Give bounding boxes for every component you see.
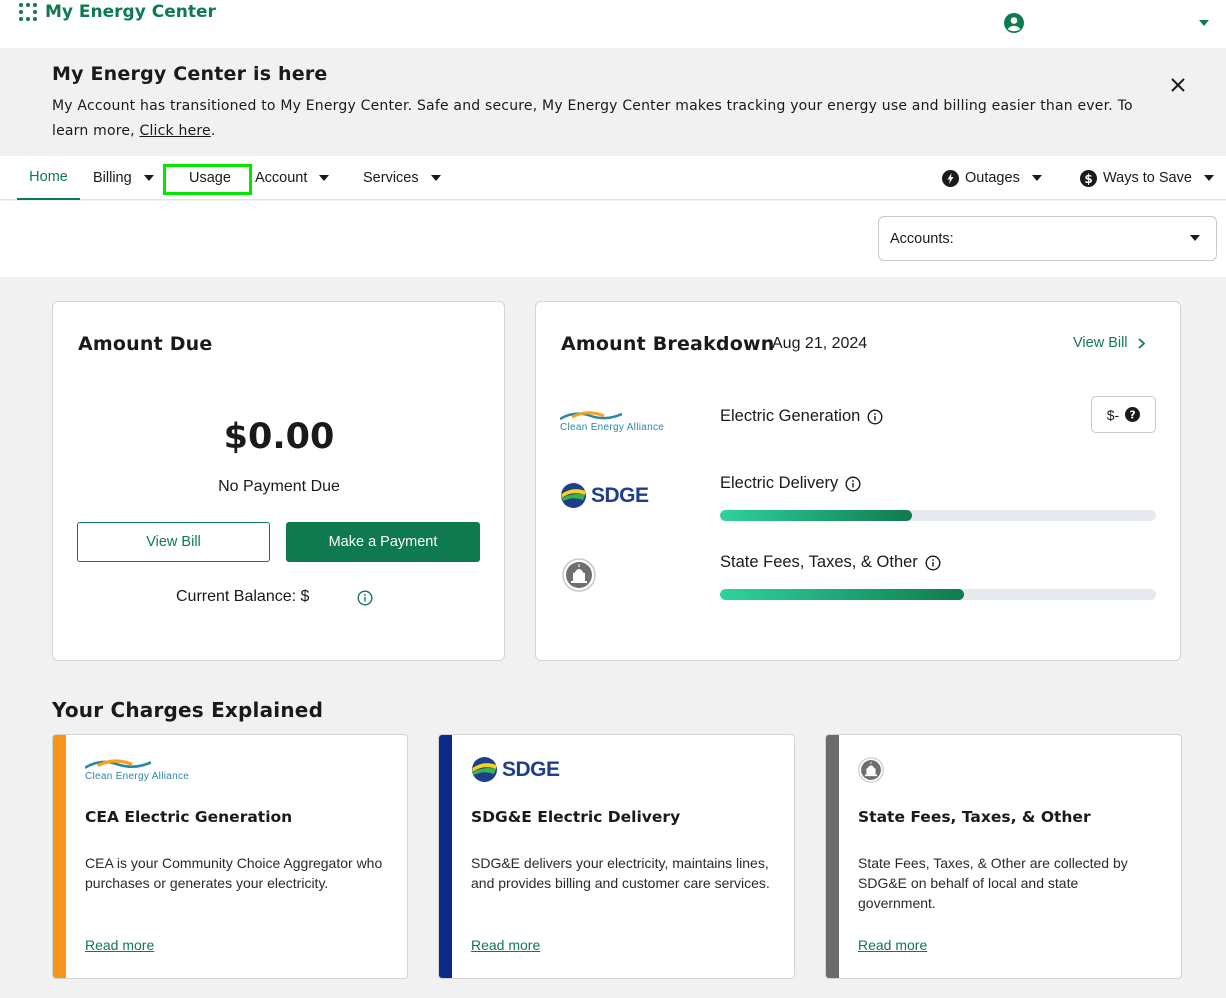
state-fees-bar-fill [720, 589, 965, 600]
card-stripe [826, 735, 839, 978]
capitol-seal-icon [562, 558, 596, 592]
chevron-down-icon [1190, 235, 1200, 241]
read-more-link[interactable]: Read more [471, 937, 540, 953]
amount-due-card: Amount Due $0.00 No Payment Due View Bil… [52, 301, 505, 661]
state-fees-bar [720, 589, 1156, 600]
payment-status: No Payment Due [218, 478, 340, 495]
chevron-down-icon [1031, 175, 1042, 181]
chevron-right-icon [1137, 337, 1145, 349]
charges-section-title: Your Charges Explained [52, 698, 324, 722]
view-bill-button[interactable]: View Bill [77, 522, 270, 562]
cea-wave-icon [85, 759, 151, 769]
chevron-down-icon[interactable] [1198, 19, 1210, 27]
brand-logo[interactable]: My Energy Center [18, 2, 216, 22]
electric-delivery-bar [720, 510, 1156, 521]
tab-account[interactable]: Account [255, 156, 330, 200]
sdge-logo: SDGE [560, 482, 649, 509]
announcement-banner: My Energy Center is here My Account has … [0, 48, 1226, 156]
charge-card-state-fees: State Fees, Taxes, & Other State Fees, T… [825, 734, 1182, 979]
chevron-down-icon [430, 175, 441, 181]
card-stripe [439, 735, 452, 978]
amount-due-title: Amount Due [78, 333, 213, 355]
close-icon[interactable] [1170, 77, 1186, 93]
accounts-dropdown[interactable]: Accounts: [878, 216, 1217, 261]
tab-billing[interactable]: Billing [93, 156, 154, 200]
electric-generation-label: Electric Generation [720, 407, 883, 426]
read-more-link[interactable]: Read more [858, 937, 927, 953]
cea-logo: Clean Energy Alliance [85, 758, 189, 782]
generation-amount-pill[interactable]: $- ? [1091, 396, 1156, 433]
make-payment-button[interactable]: Make a Payment [286, 522, 480, 562]
dollar-icon: $ [1080, 169, 1097, 187]
usage-highlight-box [163, 164, 252, 195]
charge-card-title: State Fees, Taxes, & Other [858, 808, 1091, 826]
chevron-down-icon [319, 175, 330, 181]
sdge-logo: SDGE [471, 756, 560, 783]
card-stripe [53, 735, 66, 978]
question-icon: ? [1125, 407, 1141, 422]
cea-wave-icon [560, 411, 622, 421]
amount-due-value: $0.00 [223, 417, 335, 457]
info-icon[interactable] [867, 408, 883, 425]
user-account-icon[interactable] [1003, 12, 1025, 34]
charge-card-desc: State Fees, Taxes, & Other are collected… [858, 855, 1128, 911]
sdge-swirl-icon [561, 483, 586, 508]
amount-breakdown-card: Amount Breakdown Aug 21, 2024 View Bill … [535, 301, 1181, 661]
view-bill-link[interactable]: View Bill [1073, 335, 1145, 351]
top-bar: My Energy Center [0, 0, 1226, 48]
charge-card-sdge: SDGE SDG&E Electric Delivery SDG&E deliv… [438, 734, 795, 979]
info-icon[interactable] [845, 475, 861, 492]
current-balance: Current Balance: $ [176, 588, 310, 605]
lightning-icon [942, 169, 959, 187]
state-fees-label: State Fees, Taxes, & Other [720, 553, 941, 572]
read-more-link[interactable]: Read more [85, 937, 154, 953]
charge-card-desc: SDG&E delivers your electricity, maintai… [471, 855, 770, 891]
banner-title: My Energy Center is here [52, 63, 328, 85]
charge-card-title: CEA Electric Generation [85, 808, 293, 826]
info-icon[interactable] [357, 590, 373, 606]
svg-text:?: ? [1130, 410, 1136, 422]
charge-card-cea: Clean Energy Alliance CEA Electric Gener… [52, 734, 408, 979]
chevron-down-icon [143, 175, 154, 181]
cea-logo: Clean Energy Alliance [560, 410, 664, 433]
tab-ways-to-save[interactable]: $ Ways to Save [1080, 156, 1214, 200]
accounts-row: Accounts: [0, 201, 1226, 277]
svg-text:$: $ [1084, 172, 1092, 186]
info-icon[interactable] [925, 554, 941, 571]
charge-card-desc: CEA is your Community Choice Aggregator … [85, 855, 383, 891]
chevron-down-icon [1203, 175, 1214, 181]
capitol-seal-icon [858, 757, 884, 783]
breakdown-date: Aug 21, 2024 [772, 335, 868, 352]
banner-text: My Account has transitioned to My Energy… [52, 98, 1133, 139]
grid-dots-icon [19, 3, 37, 21]
sdge-swirl-icon [472, 757, 497, 782]
tab-home[interactable]: Home [17, 156, 80, 200]
brand-name: My Energy Center [45, 2, 216, 22]
electric-delivery-bar-fill [720, 510, 912, 521]
charge-card-title: SDG&E Electric Delivery [471, 808, 681, 826]
breakdown-title: Amount Breakdown [561, 333, 775, 355]
banner-click-here-link[interactable]: Click here [139, 123, 210, 139]
electric-delivery-label: Electric Delivery [720, 474, 861, 493]
tab-outages[interactable]: Outages [942, 156, 1042, 200]
tab-services[interactable]: Services [363, 156, 441, 200]
